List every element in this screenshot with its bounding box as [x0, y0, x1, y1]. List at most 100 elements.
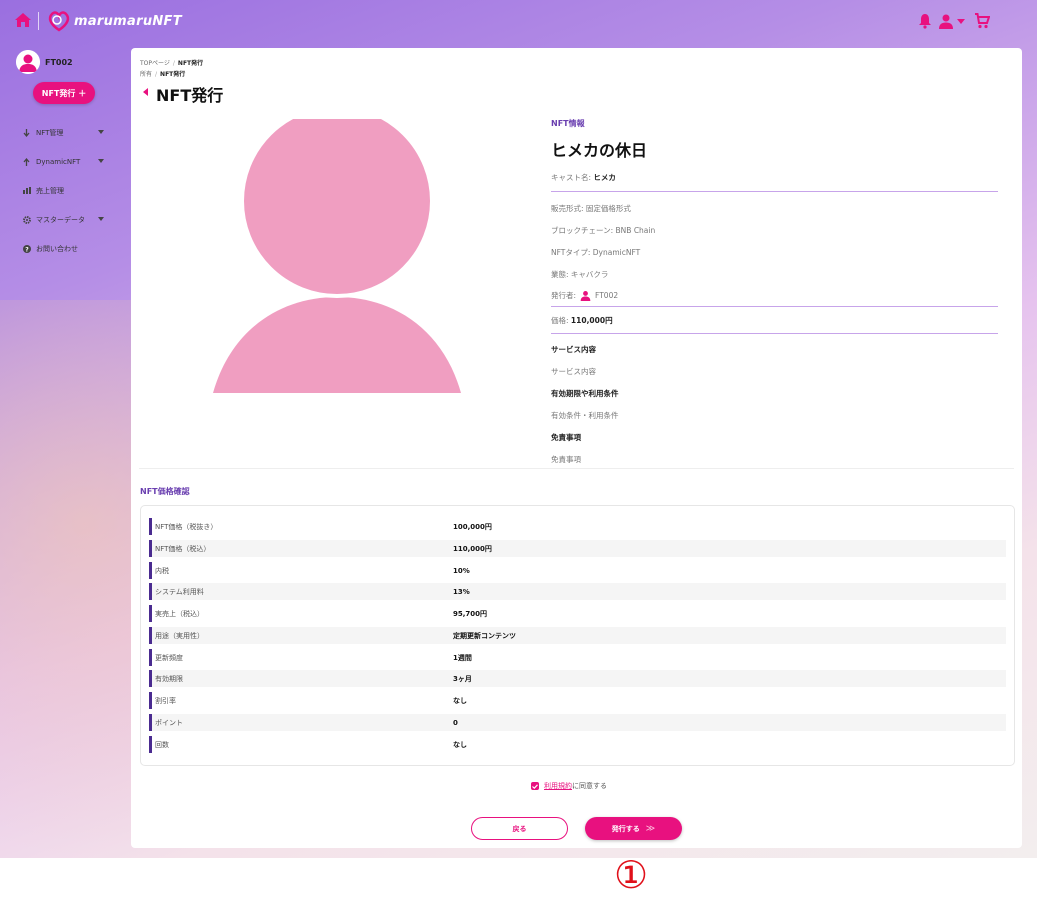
back-button-label: 戻る	[512, 824, 527, 833]
breadcrumb-link-owned[interactable]: 所有	[140, 71, 152, 78]
down-arrow-icon	[22, 128, 31, 137]
user-icon[interactable]	[938, 13, 954, 29]
sidebar-item-sales-management[interactable]: 売上管理	[22, 176, 122, 205]
price-table: NFT価格（税抜き） 100,000円 NFT価格（税込） 110,000円 内税 1…	[140, 505, 1015, 766]
check-icon	[532, 783, 538, 789]
row-label: 割引率	[155, 696, 176, 705]
logo[interactable]: marumaruNFT	[46, 6, 182, 36]
row-label: ポイント	[155, 718, 183, 727]
row-value: 3ヶ月	[453, 674, 472, 683]
question-icon: ?	[22, 244, 31, 253]
sidebar-item-label: マスターデータ	[36, 215, 85, 224]
divider	[551, 306, 998, 307]
top-header: marumaruNFT	[0, 0, 1037, 44]
avatar-user-icon	[16, 50, 40, 74]
service-title: サービス内容	[551, 345, 596, 354]
table-row: NFT価格（税抜き） 100,000円	[149, 518, 1006, 535]
row-label: 内税	[155, 566, 169, 575]
avatar	[16, 50, 40, 74]
price-value: 110,000円	[570, 316, 613, 325]
cart-icon[interactable]	[974, 12, 990, 29]
sidebar-user-name: FT002	[45, 57, 73, 67]
validity-text: 有効条件・利用条件	[551, 411, 619, 420]
sidebar-item-label: 売上管理	[36, 186, 64, 195]
service-text: サービス内容	[551, 367, 596, 376]
nft-name: ヒメカの休日	[551, 141, 648, 160]
sidebar-item-contact[interactable]: ? お問い合わせ	[22, 234, 122, 263]
row-label: NFT価格（税込）	[155, 544, 211, 553]
row-value: 110,000円	[453, 544, 492, 553]
row-label: 回数	[155, 740, 169, 749]
issuer-row: 発行者: FT002	[551, 290, 998, 301]
logo-mark-icon	[48, 11, 70, 32]
nft-type: NFTタイプ: DynamicNFT	[551, 248, 641, 257]
price-confirm-title: NFT価格確認	[140, 487, 190, 496]
gear-icon	[22, 215, 31, 224]
breadcrumb-link-top[interactable]: TOPページ	[140, 60, 170, 67]
issuer-avatar-icon	[580, 291, 591, 301]
table-row: システム利用料 13%	[149, 583, 1006, 600]
row-value: 0	[453, 718, 458, 727]
row-label: 用途（実用性）	[155, 631, 204, 640]
chevron-down-icon	[98, 130, 104, 134]
breadcrumb-current: NFT発行	[160, 71, 186, 78]
row-value: 13%	[453, 587, 470, 596]
blockchain: ブロックチェーン: BNB Chain	[551, 226, 656, 235]
up-arrow-icon	[22, 157, 31, 166]
row-label: 有効期限	[155, 674, 183, 683]
terms-checkbox[interactable]	[531, 782, 539, 790]
table-row: 更新頻度 1週間	[149, 649, 1006, 666]
disclaimer-text: 免責事項	[551, 455, 581, 464]
table-row: ポイント 0	[149, 714, 1006, 731]
terms-link[interactable]: 利用規約	[544, 781, 572, 791]
nft-info-panel: NFT情報 ヒメカの休日 キャスト名: ヒメカ 販売形式: 固定価格形式 ブロッ…	[551, 118, 998, 465]
svg-text:?: ?	[25, 246, 29, 253]
table-row: 有効期限 3ヶ月	[149, 670, 1006, 687]
main-card: TOPページ / NFT発行 所有 / NFT発行 NFT発行 NFT情報 ヒメカの休日…	[131, 48, 1022, 848]
cast-value: ヒメカ	[593, 173, 616, 182]
page-title: NFT発行	[156, 86, 224, 105]
sidebar-nft-issue-button[interactable]: NFT発行 ＋	[33, 82, 95, 104]
sidebar-menu: NFT管理 DynamicNFT 売上管理 マスターデータ ? お問い合わせ	[22, 118, 122, 263]
issue-button[interactable]: 発行する ≫	[585, 817, 682, 840]
table-row: 回数 なし	[149, 736, 1006, 753]
row-label: システム利用料	[155, 587, 204, 596]
price-label: 価格:	[551, 316, 569, 325]
header-divider	[38, 12, 39, 30]
sidebar-item-label: DynamicNFT	[36, 157, 81, 166]
divider	[551, 333, 998, 334]
row-label: 実売上（税込）	[155, 609, 204, 618]
table-row: 内税 10%	[149, 562, 1006, 579]
breadcrumb: TOPページ / NFT発行	[140, 60, 204, 67]
industry: 業態: キャバクラ	[551, 270, 609, 279]
user-menu-caret-icon[interactable]	[957, 19, 965, 24]
sidebar-item-dynamicnft[interactable]: DynamicNFT	[22, 147, 122, 176]
disclaimer-title: 免責事項	[551, 433, 581, 442]
table-row: 割引率 なし	[149, 692, 1006, 709]
sidebar-item-label: お問い合わせ	[36, 244, 78, 253]
chevron-down-icon	[98, 159, 104, 163]
back-chevron-icon[interactable]	[143, 88, 148, 96]
back-button[interactable]: 戻る	[471, 817, 568, 840]
breadcrumb-secondary: 所有 / NFT発行	[140, 71, 186, 78]
bar-chart-icon	[22, 186, 31, 195]
bell-icon[interactable]	[918, 13, 932, 29]
table-row: 用途（実用性） 定期更新コンテンツ	[149, 627, 1006, 644]
sidebar-user[interactable]: FT002	[16, 50, 73, 74]
logo-text: marumaruNFT	[74, 13, 182, 29]
double-chevron-right-icon: ≫	[645, 823, 656, 834]
row-value: 1週間	[453, 653, 472, 662]
step-marker: ①	[613, 853, 649, 897]
row-value: 10%	[453, 566, 470, 575]
nft-placeholder-image	[213, 119, 461, 393]
row-value: 定期更新コンテンツ	[453, 631, 516, 640]
home-icon[interactable]	[14, 12, 32, 28]
breadcrumb-current: NFT発行	[177, 60, 204, 67]
table-row: NFT価格（税込） 110,000円	[149, 540, 1006, 557]
sidebar-item-nft-management[interactable]: NFT管理	[22, 118, 122, 147]
table-row: 実売上（税込） 95,700円	[149, 605, 1006, 622]
sidebar-item-master-data[interactable]: マスターデータ	[22, 205, 122, 234]
issue-button-label: 発行する	[611, 824, 640, 833]
cast-label: キャスト名:	[551, 173, 592, 182]
validity-title: 有効期限や利用条件	[551, 389, 619, 398]
